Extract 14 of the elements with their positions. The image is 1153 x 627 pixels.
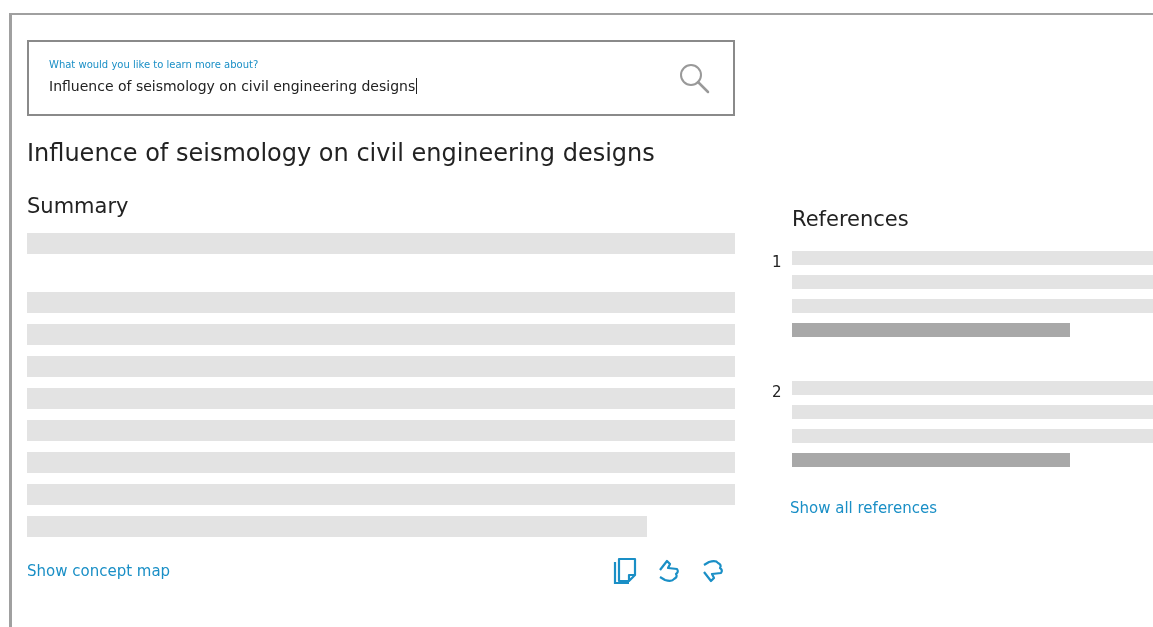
reference-number: 1	[772, 252, 783, 272]
search-field[interactable]: What would you like to learn more about? Influence of seismology on civil engineering designs	[27, 40, 735, 116]
search-value: Influence of seismology on civil engineering designs	[49, 77, 418, 94]
search-icon[interactable]	[677, 61, 711, 95]
search-label: What would you like to learn more about?	[49, 58, 260, 70]
show-references-link[interactable]: Show all references	[790, 499, 1153, 517]
thumbs-down-icon[interactable]	[701, 558, 725, 584]
thumbs-up-icon[interactable]	[657, 558, 681, 584]
topic-title: Influence of seismology on civil engineering designs	[27, 138, 656, 168]
references-heading: References	[792, 206, 910, 233]
reference-number: 2	[772, 382, 783, 402]
concept-map-link[interactable]: Show concept map	[27, 562, 171, 580]
copy-icon[interactable]	[613, 557, 637, 585]
summary-heading: Summary	[27, 193, 130, 220]
